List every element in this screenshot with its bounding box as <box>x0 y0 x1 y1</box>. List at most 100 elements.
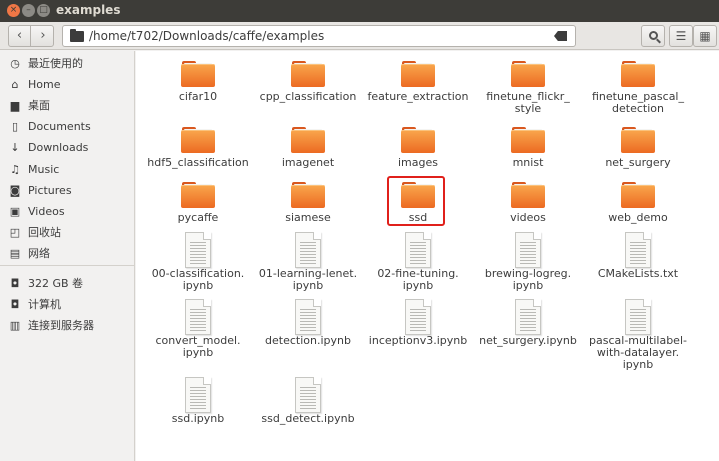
folder-icon <box>621 61 655 87</box>
folder-icon <box>621 182 655 208</box>
sidebar-item-network[interactable]: ▤ 网络 <box>0 244 135 264</box>
sidebar-item-connect-server[interactable]: ▥ 连接到服务器 <box>0 316 135 336</box>
folder-icon <box>291 127 325 153</box>
file-name: detection.ipynb <box>265 334 351 347</box>
folder-item[interactable]: finetune_flickr_ style <box>473 61 583 115</box>
folder-icon <box>511 127 545 153</box>
folder-item[interactable]: feature_extraction <box>363 61 473 103</box>
folder-icon <box>291 182 325 208</box>
view-options-button[interactable]: ▦ <box>693 25 717 47</box>
back-button[interactable]: ‹ <box>9 26 31 46</box>
folder-icon <box>291 61 325 87</box>
grid-icon: ▦ <box>699 29 711 43</box>
folder-item[interactable]: imagenet <box>253 127 363 169</box>
folder-item[interactable]: cifar10 <box>143 61 253 103</box>
folder-icon <box>70 29 84 42</box>
sidebar-item-label: 计算机 <box>28 298 61 311</box>
computer-icon: ◘ <box>10 298 20 311</box>
document-icon <box>295 299 321 335</box>
sidebar-separator <box>0 265 135 266</box>
file-item[interactable]: CMakeLists.txt <box>583 232 693 280</box>
search-icon <box>648 31 658 40</box>
file-item[interactable]: convert_model. ipynb <box>143 299 253 359</box>
folder-icon <box>401 61 435 87</box>
file-name: cifar10 <box>178 90 218 103</box>
folder-item[interactable]: siamese <box>253 182 363 224</box>
file-name: siamese <box>285 211 331 224</box>
file-name: images <box>398 156 438 169</box>
file-item[interactable]: pascal-multilabel- with-datalayer. ipynb <box>583 299 693 371</box>
search-button[interactable] <box>641 25 665 47</box>
folder-icon <box>621 127 655 153</box>
document-icon <box>185 232 211 268</box>
file-item[interactable]: 00-classification. ipynb <box>143 232 253 292</box>
file-name: ipynb <box>512 279 544 292</box>
folder-icon <box>181 61 215 87</box>
clear-icon[interactable] <box>554 31 567 41</box>
sidebar-item-label: 322 GB 卷 <box>28 277 84 290</box>
file-name: net_surgery.ipynb <box>479 334 577 347</box>
folder-item[interactable]: pycaffe <box>143 182 253 224</box>
forward-button[interactable]: › <box>32 26 54 46</box>
document-icon <box>405 232 431 268</box>
file-item[interactable]: inceptionv3.ipynb <box>363 299 473 347</box>
close-icon[interactable]: × <box>7 4 20 17</box>
file-item[interactable]: ssd_detect.ipynb <box>253 377 363 425</box>
drive-icon: ◘ <box>10 277 20 290</box>
sidebar-item-trash[interactable]: ◰ 回收站 <box>0 223 135 243</box>
file-item[interactable]: net_surgery.ipynb <box>473 299 583 347</box>
video-icon: ▣ <box>9 205 21 218</box>
folder-item[interactable]: videos <box>473 182 583 224</box>
file-item[interactable]: detection.ipynb <box>253 299 363 347</box>
sidebar-item-label: 连接到服务器 <box>28 319 94 332</box>
folder-item[interactable]: mnist <box>473 127 583 169</box>
selection-highlight <box>387 176 445 226</box>
location-bar[interactable]: /home/t702/Downloads/caffe/examples <box>62 25 576 47</box>
sidebar-item-computer[interactable]: ◘ 计算机 <box>0 295 135 315</box>
file-item[interactable]: ssd.ipynb <box>143 377 253 425</box>
sidebar-item-label: 桌面 <box>28 99 50 112</box>
file-name: ssd.ipynb <box>171 412 225 425</box>
folder-item[interactable]: hdf5_classification <box>143 127 253 169</box>
music-icon: ♫ <box>10 163 20 176</box>
window-title: examples <box>56 3 121 17</box>
file-name: mnist <box>512 156 544 169</box>
sidebar-item-label: Home <box>28 78 61 91</box>
file-name: CMakeLists.txt <box>597 267 679 280</box>
file-item[interactable]: 01-learning-lenet. ipynb <box>253 232 363 292</box>
sidebar-item-label: Videos <box>28 205 65 218</box>
file-name: net_surgery <box>605 156 671 169</box>
document-icon <box>185 299 211 335</box>
file-name: cpp_classification <box>259 90 357 103</box>
document-icon <box>515 232 541 268</box>
sidebar-item-pictures[interactable]: ◙ Pictures <box>0 181 135 201</box>
file-item[interactable]: 02-fine-tuning. ipynb <box>363 232 473 292</box>
sidebar-item-videos[interactable]: ▣ Videos <box>0 202 135 222</box>
sidebar-item-music[interactable]: ♫ Music <box>0 160 135 180</box>
folder-item[interactable]: cpp_classification <box>253 61 363 103</box>
folder-item[interactable]: images <box>363 127 473 169</box>
sidebar-item-downloads[interactable]: ↓ Downloads <box>0 138 135 158</box>
sidebar-item-desktop[interactable]: ▆ 桌面 <box>0 96 135 116</box>
network-icon: ▤ <box>9 247 21 260</box>
file-view: cifar10 cpp_classification feature_extra… <box>136 51 719 461</box>
sidebar: ◷ 最近使用的 ⌂ Home ▆ 桌面 ▯ Documents ↓ Downloads ♫… <box>0 51 135 461</box>
folder-item[interactable]: web_demo <box>583 182 693 224</box>
file-name: hdf5_classification <box>147 156 249 169</box>
file-name: ipynb <box>182 279 214 292</box>
sidebar-item-documents[interactable]: ▯ Documents <box>0 117 135 137</box>
sidebar-item-recent[interactable]: ◷ 最近使用的 <box>0 54 135 74</box>
folder-icon <box>181 182 215 208</box>
folder-item[interactable]: finetune_pascal_ detection <box>583 61 693 115</box>
file-item[interactable]: brewing-logreg. ipynb <box>473 232 583 292</box>
document-icon <box>185 377 211 413</box>
folder-item[interactable]: net_surgery <box>583 127 693 169</box>
sidebar-item-volume[interactable]: ◘ 322 GB 卷 <box>0 274 135 294</box>
sidebar-item-label: Pictures <box>28 184 72 197</box>
location-path[interactable]: /home/t702/Downloads/caffe/examples <box>89 29 324 43</box>
sidebar-item-home[interactable]: ⌂ Home <box>0 75 135 95</box>
clock-icon: ◷ <box>10 57 20 70</box>
minimize-icon[interactable]: – <box>22 4 35 17</box>
maximize-icon[interactable]: □ <box>37 4 50 17</box>
list-view-button[interactable]: ☰ <box>669 25 693 47</box>
